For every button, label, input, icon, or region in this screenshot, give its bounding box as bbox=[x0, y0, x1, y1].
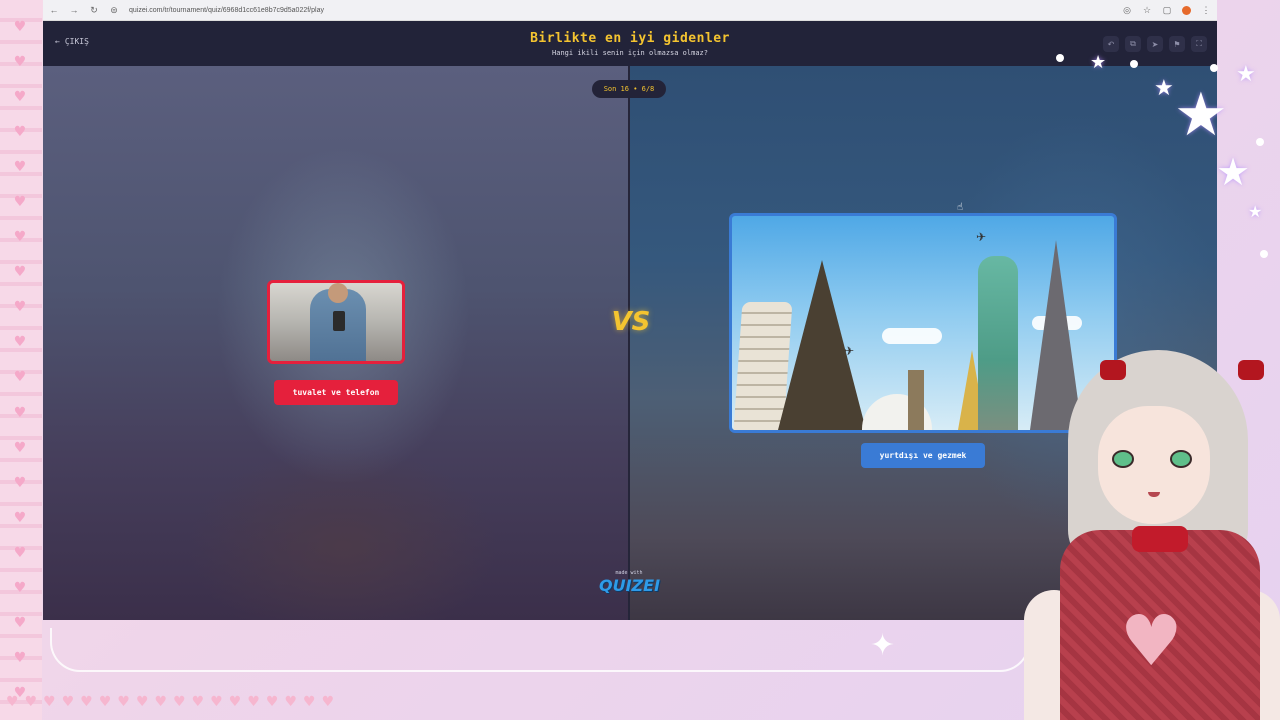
heart-icon: ♥ bbox=[173, 694, 186, 710]
heart-icon: ♥ bbox=[135, 694, 149, 710]
browser-toolbar: ← → ↻ ⊜ quizei.com/tr/tournament/quiz/69… bbox=[43, 0, 1217, 21]
heart-icon: ♥ bbox=[13, 229, 27, 246]
heart-icon: ♥ bbox=[13, 54, 27, 71]
cloud-shape bbox=[882, 328, 942, 344]
statue-of-liberty-shape bbox=[978, 256, 1018, 430]
heart-icon: ♥ bbox=[6, 694, 19, 710]
panel-divider bbox=[628, 66, 630, 620]
heart-icon: ♥ bbox=[13, 299, 27, 316]
address-bar[interactable]: quizei.com/tr/tournament/quiz/6968d1cc61… bbox=[129, 7, 1112, 14]
heart-icon: ♥ bbox=[210, 694, 223, 710]
big-ben-shape bbox=[908, 370, 924, 430]
heart-icon: ♥ bbox=[13, 439, 27, 456]
heart-icon: ♥ bbox=[154, 694, 168, 710]
airplane-icon: ✈ bbox=[976, 230, 987, 244]
forward-icon[interactable]: → bbox=[69, 5, 79, 15]
sparkle-icon: ✦ bbox=[870, 628, 896, 663]
back-icon[interactable]: ← bbox=[49, 5, 59, 15]
heart-icon: ♥ bbox=[247, 694, 260, 710]
overlay-hearts-column: ♥ ♥ ♥ ♥ ♥ ♥ ♥ ♥ ♥ ♥ ♥ ♥ ♥ ♥ ♥ ♥ ♥ ♥ ♥ ♥ bbox=[10, 20, 30, 700]
heart-icon: ♥ bbox=[13, 159, 27, 176]
heart-icon: ♥ bbox=[303, 694, 316, 710]
avatar-collar-bow bbox=[1132, 526, 1188, 552]
heart-icon: ♥ bbox=[321, 694, 335, 710]
vtuber-avatar: ♥ bbox=[1020, 350, 1280, 720]
heart-icon: ♥ bbox=[265, 694, 279, 710]
heart-icon: ♥ bbox=[24, 694, 38, 710]
hand-cursor-icon: ☝ bbox=[957, 202, 964, 213]
heart-icon: ♥ bbox=[80, 694, 93, 710]
heart-icon: ♥ bbox=[13, 369, 27, 386]
star-icon: ★ bbox=[1216, 150, 1251, 194]
heart-icon: ♥ bbox=[13, 334, 27, 351]
quiz-title: Birlikte en iyi gidenler bbox=[530, 30, 730, 46]
bookmark-star-icon[interactable]: ☆ bbox=[1142, 5, 1152, 16]
overlay-bottom-hearts: ♥ ♥ ♥ ♥ ♥ ♥ ♥ ♥ ♥ ♥ ♥ ♥ ♥ ♥ ♥ ♥ ♥ ♥ bbox=[0, 692, 380, 712]
browser-actions: ◎ ☆ ▢ ⋮ bbox=[1122, 5, 1211, 16]
hair-bow-left bbox=[1100, 360, 1126, 380]
star-icon: ★ bbox=[1248, 202, 1263, 221]
exit-button[interactable]: ← ÇIKIŞ bbox=[55, 37, 89, 46]
heart-icon: ♥ bbox=[191, 694, 205, 710]
heart-icon: ♥ bbox=[13, 649, 27, 666]
profile-avatar[interactable] bbox=[1182, 5, 1191, 15]
heart-icon: ♥ bbox=[98, 694, 112, 710]
phone-icon bbox=[333, 311, 345, 331]
site-info-icon[interactable]: ⊜ bbox=[109, 5, 119, 16]
reload-icon[interactable]: ↻ bbox=[89, 5, 99, 16]
heart-icon: ♥ bbox=[117, 694, 130, 710]
undo-icon[interactable]: ↶ bbox=[1103, 36, 1119, 52]
heart-icon: ♥ bbox=[284, 694, 297, 710]
vs-icon: VS bbox=[611, 307, 651, 337]
heart-icon: ♥ bbox=[13, 544, 27, 561]
heart-icon: ♥ bbox=[13, 404, 27, 421]
choice-image-left[interactable] bbox=[267, 280, 405, 364]
heart-icon: ♥ bbox=[43, 694, 56, 710]
quizei-logo: QUIZEI bbox=[599, 576, 661, 595]
heart-icon: ♥ bbox=[13, 19, 27, 35]
avatar-eye-right bbox=[1170, 450, 1192, 468]
header-tools: ↶ ⧉ ➤ ⚑ ⛶ bbox=[1103, 36, 1207, 52]
dot-shape bbox=[1256, 138, 1264, 146]
heart-icon: ♥ bbox=[13, 474, 27, 491]
avatar-eye-left bbox=[1112, 450, 1134, 468]
hair-bow-right bbox=[1238, 360, 1264, 380]
fullscreen-icon[interactable]: ⛶ bbox=[1191, 36, 1207, 52]
heart-icon: ♥ bbox=[1120, 600, 1183, 682]
quiz-header: ← ÇIKIŞ Birlikte en iyi gidenler Hangi i… bbox=[43, 21, 1217, 66]
dot-shape bbox=[1260, 250, 1268, 258]
quiz-subtitle: Hangi ikili senin için olmazsa olmaz? bbox=[552, 48, 708, 57]
title-block: Birlikte en iyi gidenler Hangi ikili sen… bbox=[530, 31, 730, 57]
heart-icon: ♥ bbox=[13, 194, 27, 211]
choice-label-left[interactable]: tuvalet ve telefon bbox=[274, 380, 398, 405]
heart-icon: ♥ bbox=[13, 124, 27, 141]
heart-icon: ♥ bbox=[13, 614, 27, 631]
menu-icon[interactable]: ⋮ bbox=[1201, 5, 1211, 16]
heart-icon: ♥ bbox=[61, 694, 75, 710]
choice-label-right[interactable]: yurtdışı ve gezmek bbox=[861, 443, 985, 468]
heart-icon: ♥ bbox=[13, 264, 27, 281]
copy-icon[interactable]: ⧉ bbox=[1125, 36, 1141, 52]
flag-icon[interactable]: ⚑ bbox=[1169, 36, 1185, 52]
made-with-badge[interactable]: made with QUIZEI bbox=[599, 570, 661, 595]
exit-label: ÇIKIŞ bbox=[64, 37, 89, 46]
star-icon: ★ bbox=[1236, 62, 1256, 87]
round-badge: Son 16 • 6/8 bbox=[592, 80, 666, 98]
overlay-left-border: ♥ ♥ ♥ ♥ ♥ ♥ ♥ ♥ ♥ ♥ ♥ ♥ ♥ ♥ ♥ ♥ ♥ ♥ ♥ ♥ bbox=[0, 0, 42, 720]
extensions-icon[interactable]: ▢ bbox=[1162, 5, 1172, 16]
heart-icon: ♥ bbox=[13, 89, 27, 106]
eiffel-tower-shape bbox=[778, 260, 866, 430]
arrow-left-icon: ← bbox=[55, 37, 60, 46]
heart-icon: ♥ bbox=[13, 509, 27, 526]
incognito-icon[interactable]: ◎ bbox=[1122, 5, 1132, 16]
share-icon[interactable]: ➤ bbox=[1147, 36, 1163, 52]
heart-icon: ♥ bbox=[13, 579, 27, 596]
person-head bbox=[328, 283, 348, 303]
heart-icon: ♥ bbox=[228, 694, 242, 710]
